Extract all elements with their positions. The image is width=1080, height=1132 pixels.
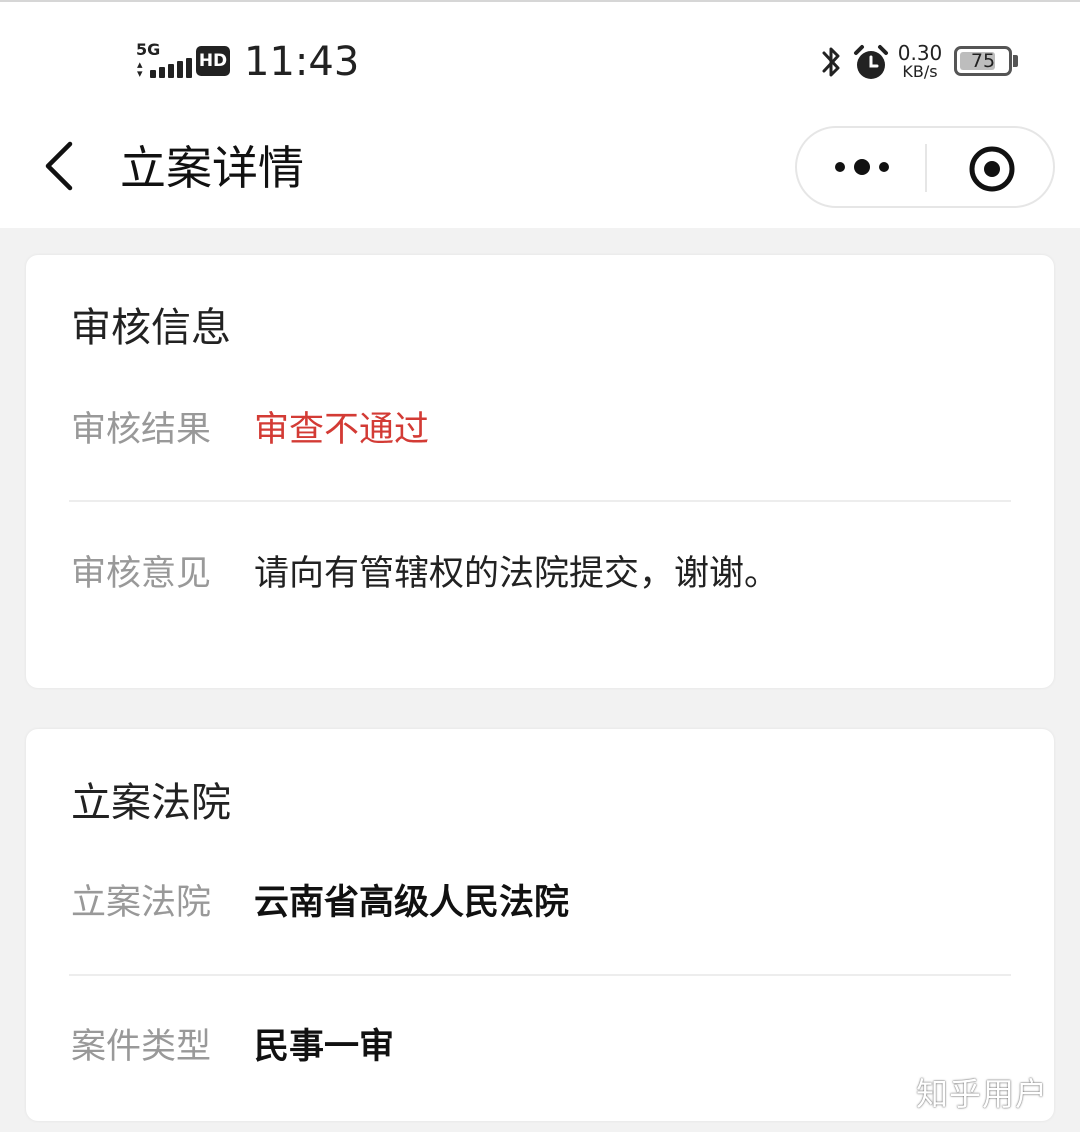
filing-court-title: 立案法院	[71, 780, 231, 826]
more-options-icon[interactable]	[827, 142, 897, 192]
signal-bars-icon	[150, 56, 194, 78]
review-opinion-value: 请向有管辖权的法院提交，谢谢。	[254, 554, 780, 594]
battery-tip	[1013, 55, 1018, 67]
close-mini-program-icon[interactable]	[967, 144, 1017, 194]
review-result-label: 审核结果	[71, 410, 212, 450]
case-type-label: 案件类型	[71, 1027, 212, 1067]
speed-unit: KB/s	[902, 62, 938, 81]
filing-court-card: 立案法院 立案法院 云南省高级人民法院 案件类型 民事一审	[26, 729, 1054, 1121]
watermark: 知乎用户	[916, 1075, 1049, 1113]
back-button[interactable]	[34, 136, 84, 196]
top-bar: 5G ▴ ▾ HD 11:43 0.30 KB/s 75 立案详情	[0, 0, 1080, 228]
row-divider	[69, 500, 1011, 502]
page-title: 立案详情	[120, 141, 304, 195]
filing-court-label: 立案法院	[71, 883, 212, 923]
signal-indicator: 5G ▴ ▾	[136, 42, 192, 80]
review-info-card: 审核信息 审核结果 审查不通过 审核意见 请向有管辖权的法院提交，谢谢。	[26, 255, 1054, 688]
capsule-divider	[925, 144, 927, 192]
alarm-icon	[854, 45, 888, 79]
mini-program-capsule	[795, 126, 1055, 208]
case-type-value: 民事一审	[254, 1027, 395, 1067]
review-opinion-label: 审核意见	[71, 554, 212, 594]
row-divider	[69, 974, 1011, 976]
network-speed: 0.30 KB/s	[894, 42, 946, 80]
bluetooth-icon	[822, 47, 840, 77]
data-arrows-icon: ▴ ▾	[137, 58, 143, 80]
status-time: 11:43	[244, 39, 360, 85]
filing-court-value: 云南省高级人民法院	[254, 883, 570, 923]
hd-badge: HD	[196, 46, 230, 76]
review-info-title: 审核信息	[71, 305, 231, 351]
battery-level: 75	[970, 50, 996, 72]
battery-icon: 75	[954, 46, 1012, 76]
speed-value: 0.30	[897, 41, 943, 65]
review-result-value: 审查不通过	[254, 410, 430, 450]
